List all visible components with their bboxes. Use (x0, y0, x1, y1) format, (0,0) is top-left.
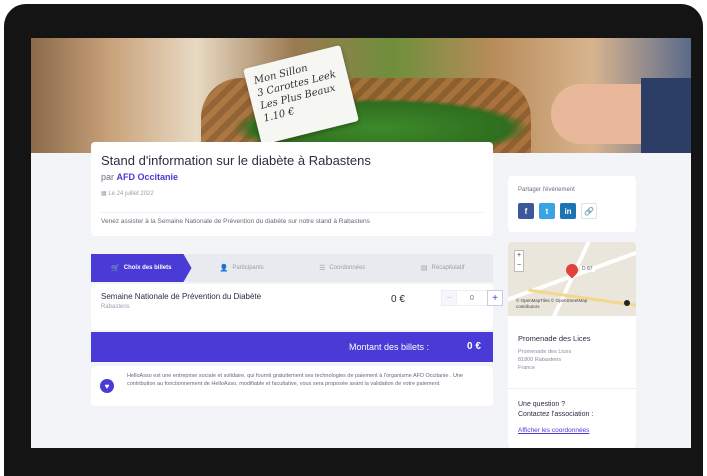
cart-icon: 🛒 (111, 265, 120, 272)
twitter-icon[interactable]: t (539, 203, 555, 219)
linkedin-icon[interactable]: in (560, 203, 576, 219)
divider (101, 212, 483, 213)
organizer-link[interactable]: AFD Occitanie (117, 172, 179, 182)
venue-card: + − D 87 © OpenMapTiles © OpenStreetMap … (508, 242, 636, 448)
increment-button[interactable]: + (487, 290, 503, 306)
map-attribution: © OpenMapTiles © OpenStreetMap contribut… (516, 298, 587, 310)
event-info-card: Stand d'information sur le diabète à Rab… (91, 142, 493, 236)
step-participants[interactable]: 👤 Participants (192, 254, 293, 282)
step-label: Participants (232, 265, 264, 271)
total-value: 0 € (467, 341, 481, 352)
venue-address: Promenade des Lices 81800 Rabastens Fran… (518, 348, 571, 372)
ticket-row: Semaine Nationale de Prévention du Diabè… (91, 284, 503, 330)
question-line: Une question ? (518, 401, 566, 408)
event-description: Venez assister à la Semaine Nationale de… (101, 218, 370, 225)
screen: Mon Sillon 3 Carottes Leek Les Plus Beau… (31, 38, 691, 448)
facebook-icon[interactable]: f (518, 203, 534, 219)
map[interactable]: + − D 87 © OpenMapTiles © OpenStreetMap … (508, 242, 636, 316)
sleeve (641, 78, 691, 153)
heart-icon: ♥ (100, 379, 114, 393)
question-line: Contactez l'association : (518, 411, 594, 418)
link-icon[interactable]: 🔗 (581, 203, 597, 219)
by-prefix: par (101, 172, 115, 182)
step-coordinates[interactable]: ☰ Coordonnées (292, 254, 393, 282)
recap-icon: ▤ (420, 265, 428, 272)
total-label: Montant des billets : (349, 342, 430, 352)
device-bezel-bottom (4, 448, 703, 476)
event-date: ▦ Le 24 juillet 2022 (101, 190, 154, 197)
list-icon: ☰ (319, 265, 326, 272)
venue-name: Promenade des Lices (518, 334, 591, 343)
helloasso-text: HelloAsso est une entreprise sociale et … (127, 373, 464, 387)
ticket-price: 0 € (391, 294, 405, 305)
step-label: Coordonnées (329, 265, 366, 271)
step-label: Récapitulatif (431, 265, 465, 271)
checkout-steps: 🛒 Choix des billets 👤 Participants ☰ Coo… (91, 254, 493, 282)
map-street-label: D 87 (580, 266, 595, 272)
user-icon: 👤 (219, 265, 229, 272)
map-zoom-control: + − (514, 250, 524, 272)
ticket-name: Semaine Nationale de Prévention du Diabè… (101, 292, 262, 301)
total-bar: Montant des billets : 0 € (91, 332, 493, 362)
event-date-text: Le 24 juillet 2022 (108, 191, 154, 197)
share-title: Partager l'événement (518, 187, 575, 193)
zoom-in-button[interactable]: + (515, 251, 523, 261)
address-line: France (518, 365, 536, 371)
zoom-out-button[interactable]: − (515, 261, 523, 271)
show-contact-link[interactable]: Afficher les coordonnées (518, 427, 589, 434)
event-title: Stand d'information sur le diabète à Rab… (101, 153, 371, 168)
step-summary[interactable]: ▤ Récapitulatif (393, 254, 494, 282)
divider (508, 388, 636, 389)
organizer-line: par AFD Occitanie (101, 172, 178, 182)
attribution-line[interactable]: contributors (516, 304, 587, 310)
decrement-button[interactable]: − (441, 290, 457, 306)
address-line: 81800 Rabastens (518, 357, 562, 363)
ticket-location: Rabastens (101, 304, 130, 310)
helloasso-notice: ♥ HelloAsso est une entreprise sociale e… (91, 366, 493, 406)
step-ticket-choice[interactable]: 🛒 Choix des billets (91, 254, 192, 282)
step-label: Choix des billets (123, 265, 172, 271)
event-banner-image: Mon Sillon 3 Carottes Leek Les Plus Beau… (31, 38, 691, 153)
share-card: Partager l'événement f t in 🔗 (508, 176, 636, 232)
device-frame: Mon Sillon 3 Carottes Leek Les Plus Beau… (4, 4, 703, 476)
share-buttons: f t in 🔗 (518, 203, 597, 219)
info-icon[interactable] (624, 300, 630, 306)
quantity-stepper: − 0 + (441, 290, 503, 306)
address-line: Promenade des Lices (518, 349, 572, 355)
quantity-value[interactable]: 0 (457, 290, 487, 306)
contact-question: Une question ? Contactez l'association : (518, 400, 593, 420)
